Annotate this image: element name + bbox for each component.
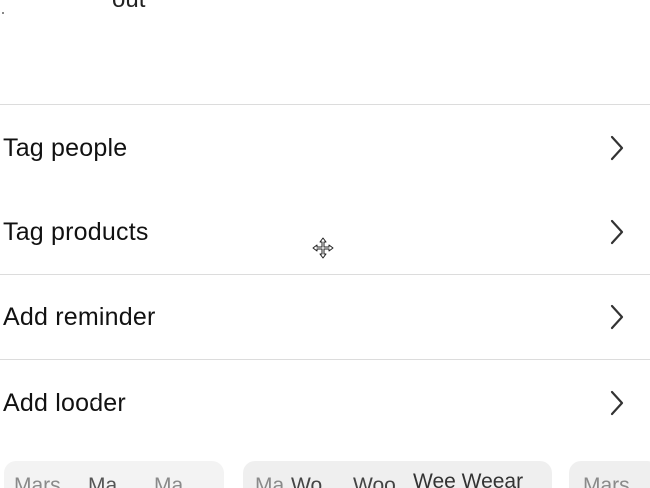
- chevron-right-icon: [606, 389, 628, 417]
- artifact-dot: [2, 12, 4, 14]
- tag-products-label: Tag products: [3, 217, 149, 246]
- chip-text: Ma: [154, 474, 184, 488]
- chevron-right-icon: [606, 218, 628, 246]
- add-reminder-label: Add reminder: [3, 302, 156, 331]
- chip-text: Wee Weear: [413, 470, 524, 488]
- chip-text: Woo: [353, 474, 396, 488]
- suggestion-chips: Mars Ma Ma Ma Wo Woo Wee Weear Mars: [0, 461, 650, 488]
- chip[interactable]: Mars Ma Ma: [4, 461, 224, 488]
- chip[interactable]: Ma Wo Woo Wee Weear: [243, 461, 552, 488]
- share-options-screen: out Tag people Tag products Add reminder…: [0, 0, 650, 488]
- chip-text: Mars: [14, 474, 61, 488]
- add-looder-label: Add looder: [3, 388, 126, 417]
- chip-text: Ma: [88, 474, 118, 488]
- chevron-right-icon: [606, 303, 628, 331]
- chip-text: Ma: [255, 474, 285, 488]
- chip-text: Mars: [583, 474, 630, 488]
- tag-people-row[interactable]: Tag people: [0, 106, 650, 190]
- tag-people-label: Tag people: [3, 133, 128, 162]
- divider: [0, 104, 650, 105]
- tag-products-row[interactable]: Tag products: [0, 190, 650, 274]
- chevron-right-icon: [606, 134, 628, 162]
- divider: [0, 359, 650, 360]
- chip[interactable]: Mars: [569, 461, 650, 488]
- chip-text: Wo: [291, 474, 323, 488]
- add-reminder-row[interactable]: Add reminder: [0, 275, 650, 359]
- clipped-header-text: out: [112, 0, 145, 14]
- move-cursor-icon: [312, 237, 334, 259]
